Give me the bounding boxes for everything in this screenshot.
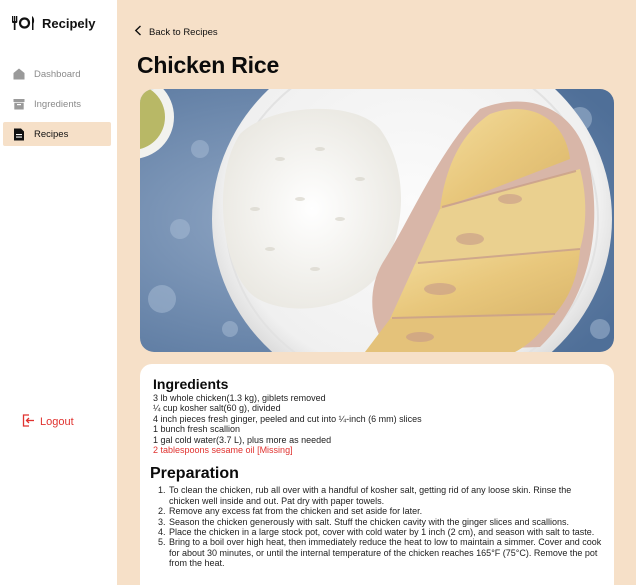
box-icon [12,97,26,111]
ingredient-item: 4 inch pieces fresh ginger, peeled and c… [153,413,422,424]
step-item: To clean the chicken, rub all over with … [168,485,604,506]
ingredient-item: 1 bunch fresh scallion [153,424,241,435]
recipe-image [140,89,614,352]
ingredient-item-missing: 2 tablespoons sesame oil [Missing] [153,445,293,456]
home-icon [12,67,26,81]
step-item: Place the chicken in a large stock pot, … [168,527,604,537]
preparation-heading: Preparation [150,465,239,483]
sidebar-item-label: Ingredients [34,98,82,110]
sidebar: Recipely Dashboard Ingredients Recipes L… [0,0,117,585]
sidebar-item-label: Recipes [34,128,69,140]
step-item: Season the chicken generously with salt.… [168,517,604,527]
main-content: Back to Recipes Chicken Rice Ingredients… [117,0,636,585]
step-item: Remove any excess fat from the chicken a… [168,506,604,516]
ingredients-list: 3 lb whole chicken(1.3 kg), giblets remo… [153,393,604,455]
cutlery-plate-logo-icon [11,15,36,31]
page-title: Chicken Rice [137,52,280,78]
preparation-steps: To clean the chicken, rub all over with … [150,485,604,568]
sidebar-item-label: Dashboard [34,68,81,80]
ingredient-item: 3 lb whole chicken(1.3 kg), giblets remo… [153,393,326,403]
sidebar-nav: Dashboard Ingredients Recipes [0,62,117,152]
chevron-left-icon [134,25,142,39]
logout-button[interactable]: Logout [22,414,74,430]
sidebar-item-ingredients[interactable]: Ingredients [3,92,111,116]
ingredients-heading: Ingredients [153,376,229,392]
ingredient-item: 1 gal cold water(3.7 L), plus more as ne… [153,434,332,445]
app-name: Recipely [42,15,96,31]
sidebar-item-dashboard[interactable]: Dashboard [3,62,111,86]
back-to-recipes-link[interactable]: Back to Recipes [134,25,218,39]
sidebar-item-recipes[interactable]: Recipes [3,122,111,146]
logout-label: Logout [40,416,74,428]
document-icon [12,127,26,141]
ingredient-item: ¼ cup kosher salt(60 g), divided [153,403,281,414]
recipe-details-card: Ingredients 3 lb whole chicken(1.3 kg), … [140,364,614,585]
step-item: Bring to a boil over high heat, then imm… [168,537,604,568]
logout-icon [22,414,35,430]
brand[interactable]: Recipely [11,15,95,31]
back-label: Back to Recipes [149,26,218,38]
